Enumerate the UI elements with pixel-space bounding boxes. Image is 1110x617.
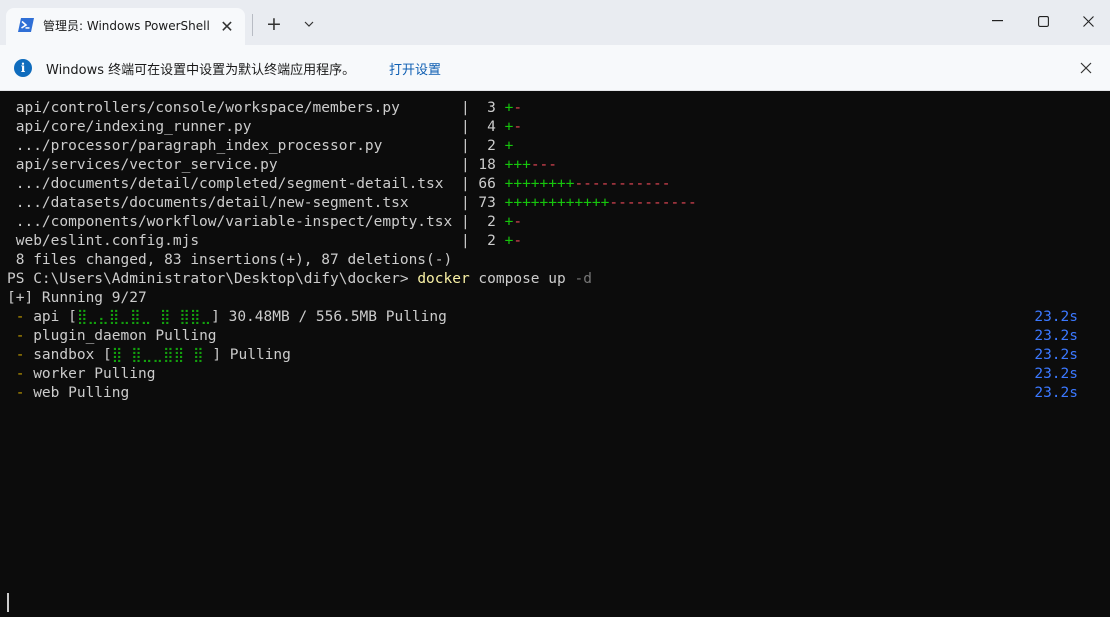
diff-summary: 8 files changed, 83 insertions(+), 87 de… <box>7 252 453 268</box>
info-icon: i <box>14 59 32 77</box>
chevron-down-icon <box>304 21 314 27</box>
service-timer: 23.2s <box>1034 309 1078 325</box>
info-bar: i Windows 终端可在设置中设置为默认终端应用程序。 打开设置 <box>0 45 1110 91</box>
diffstat-line: api/services/vector_service.py | 18 +++-… <box>7 157 558 173</box>
minimize-button[interactable] <box>975 8 1019 34</box>
running-status: [+] Running 9/27 <box>7 290 147 306</box>
service-line-plugin-daemon: - plugin_daemon Pulling <box>7 328 217 344</box>
command-args: compose up <box>469 271 575 287</box>
tab-dropdown-button[interactable] <box>298 12 320 36</box>
service-timer: 23.2s <box>1034 347 1078 363</box>
service-timer: 23.2s <box>1034 366 1078 382</box>
progress-bar: ⣿⣀⣄⣿⣀⣿⣀ ⣿ ⣿⣿⣀ <box>76 309 212 325</box>
service-line-sandbox: - sandbox [⣿ ⣿⣀⣀⣿⣿ ⣿ ] Pulling <box>7 347 291 363</box>
diffstat-line: .../datasets/documents/detail/new-segmen… <box>7 195 697 211</box>
diffstat-line: .../documents/detail/completed/segment-d… <box>7 176 671 192</box>
maximize-button[interactable] <box>1021 8 1065 34</box>
service-line-api: - api [⣿⣀⣄⣿⣀⣿⣀ ⣿ ⣿⣿⣀] 30.48MB / 556.5MB … <box>7 309 447 325</box>
maximize-icon <box>1037 15 1049 27</box>
service-line-web: - web Pulling <box>7 385 130 401</box>
terminal-output[interactable]: api/controllers/console/workspace/member… <box>0 91 1110 617</box>
powershell-icon <box>18 18 34 32</box>
diffstat-line: api/controllers/console/workspace/member… <box>7 100 523 116</box>
info-message: Windows 终端可在设置中设置为默认终端应用程序。 <box>46 63 356 78</box>
diffstat-line: web/eslint.config.mjs | 2 +- <box>7 233 523 249</box>
tab-close-icon[interactable]: ✕ <box>217 16 237 36</box>
progress-bar: ⣿ ⣿⣀⣀⣿⣿ ⣿ <box>111 347 213 363</box>
info-bar-close-button[interactable] <box>1075 57 1097 79</box>
text-cursor <box>7 593 9 612</box>
diffstat-line: api/core/indexing_runner.py | 4 +- <box>7 119 523 135</box>
minimize-icon <box>991 20 1003 22</box>
service-line-worker: - worker Pulling <box>7 366 156 382</box>
prompt: PS C:\Users\Administrator\Desktop\dify\d… <box>7 271 418 287</box>
command-name: docker <box>417 271 470 287</box>
command-line: PS C:\Users\Administrator\Desktop\dify\d… <box>7 270 592 289</box>
diffstat-line: .../processor/paragraph_index_processor.… <box>7 138 514 154</box>
new-tab-button[interactable]: + <box>263 12 285 36</box>
close-icon <box>1080 62 1092 74</box>
title-bar: 管理员: Windows PowerShell ✕ + <box>0 0 1110 45</box>
diffstat-line: .../components/workflow/variable-inspect… <box>7 214 523 230</box>
tab-title: 管理员: Windows PowerShell <box>43 19 210 33</box>
open-settings-link[interactable]: 打开设置 <box>389 59 441 78</box>
service-timer: 23.2s <box>1034 385 1078 401</box>
close-window-button[interactable] <box>1066 8 1110 34</box>
tab-divider <box>252 14 253 36</box>
close-icon <box>1082 15 1094 27</box>
service-timer: 23.2s <box>1034 328 1078 344</box>
tab-powershell[interactable]: 管理员: Windows PowerShell ✕ <box>6 8 245 45</box>
command-flag: -d <box>574 271 592 287</box>
